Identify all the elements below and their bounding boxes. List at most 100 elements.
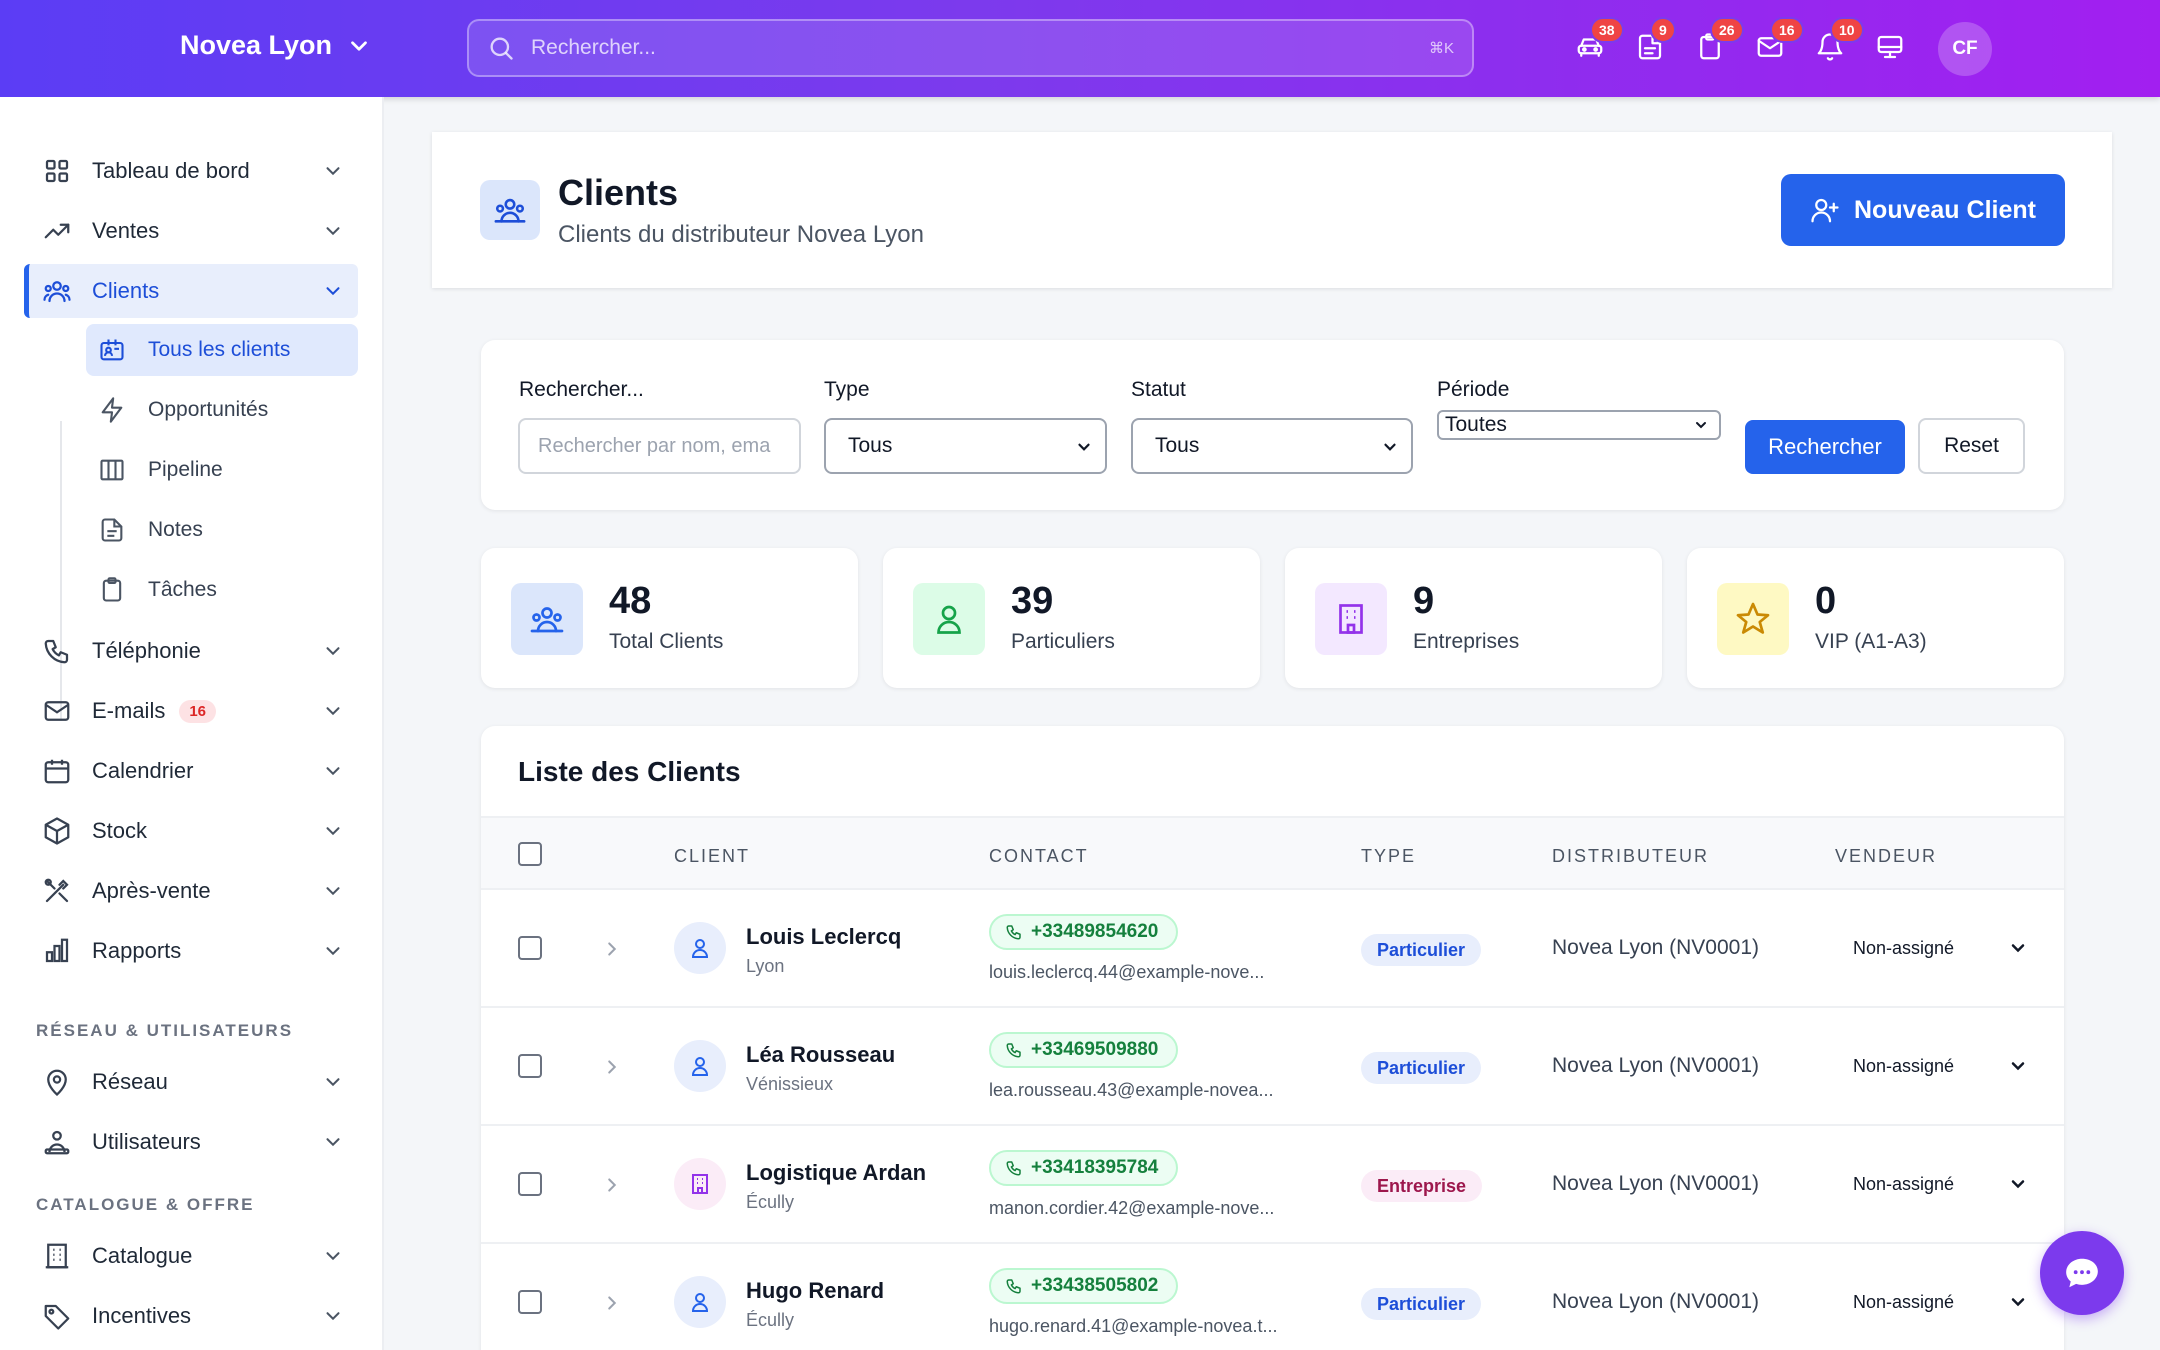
sidebar-item-sales[interactable]: Ventes [24, 204, 358, 258]
stat-label: Particuliers [1011, 630, 1115, 653]
grid-icon [42, 156, 72, 186]
column-header-seller[interactable]: VENDEUR [1835, 846, 1937, 867]
chevron-right-icon[interactable] [601, 1292, 623, 1314]
seller-select-value[interactable]: Non-assigné [1853, 1292, 1954, 1313]
chevron-right-icon[interactable] [601, 1174, 623, 1196]
sidebar-item-dashboard[interactable]: Tableau de bord [24, 144, 358, 198]
chevron-down-icon[interactable] [2008, 938, 2028, 958]
client-name[interactable]: Léa Rousseau [746, 1042, 895, 1068]
seller-select-value[interactable]: Non-assigné [1853, 1056, 1954, 1077]
client-search-input[interactable]: Rechercher par nom, ema [518, 418, 801, 474]
table-row[interactable]: Léa Rousseau Vénissieux +33469509880 lea… [481, 1008, 2064, 1126]
sidebar-item-telephony[interactable]: Téléphonie [24, 624, 358, 678]
stat-label: Entreprises [1413, 630, 1520, 653]
column-header-type[interactable]: TYPE [1361, 846, 1416, 867]
stat-value: 9 [1413, 580, 1435, 622]
status-select[interactable]: Tous [1131, 418, 1413, 474]
sidebar-item-incentives[interactable]: Incentives [24, 1289, 358, 1343]
documents-button[interactable]: 9 [1632, 17, 1676, 67]
monitor-icon [1875, 32, 1905, 62]
person-avatar [674, 1040, 726, 1092]
client-email[interactable]: hugo.renard.41@example-novea.t... [989, 1316, 1299, 1337]
table-row[interactable]: Hugo Renard Écully +33438505802 hugo.ren… [481, 1244, 2064, 1350]
monitor-button[interactable] [1872, 27, 1908, 67]
column-header-client[interactable]: CLIENT [674, 846, 750, 867]
trending-up-icon [42, 216, 72, 246]
sidebar-item-reports[interactable]: Rapports [24, 924, 358, 978]
car-button[interactable]: 38 [1572, 17, 1624, 67]
phone-number: +33489854620 [1031, 921, 1159, 942]
type-select[interactable]: Tous [824, 418, 1107, 474]
phone-number: +33438505802 [1031, 1275, 1159, 1296]
chevron-right-icon[interactable] [601, 1056, 623, 1078]
client-email[interactable]: lea.rousseau.43@example-novea... [989, 1080, 1299, 1101]
chevron-down-icon[interactable] [2008, 1292, 2028, 1312]
chevron-right-icon[interactable] [601, 938, 623, 960]
client-city: Vénissieux [746, 1074, 834, 1094]
period-select[interactable]: Toutes [1437, 410, 1721, 440]
global-search-input[interactable]: Rechercher... ⌘K [467, 19, 1474, 77]
chevron-down-icon[interactable] [2008, 1056, 2028, 1076]
sidebar-subitem-pipeline[interactable]: Pipeline [86, 444, 358, 496]
select-all-checkbox[interactable] [518, 842, 542, 866]
chat-button[interactable] [2040, 1231, 2124, 1315]
sidebar-item-clients[interactable]: Clients [24, 264, 358, 318]
section-label-catalog: CATALOGUE & OFFRE [36, 1195, 255, 1214]
brand-switcher[interactable]: Novea Lyon [180, 30, 372, 61]
user-plus-icon [1810, 195, 1840, 225]
sidebar-subitem-label: Opportunités [148, 398, 269, 421]
mail-button[interactable]: 16 [1752, 17, 1804, 67]
phone-chip[interactable]: +33438505802 [989, 1268, 1179, 1304]
distributor-name: Novea Lyon (NV0001) [1552, 1172, 1760, 1195]
table-row[interactable]: Logistique Ardan Écully +33418395784 man… [481, 1126, 2064, 1244]
row-checkbox[interactable] [518, 1172, 542, 1196]
sidebar-subitem-notes[interactable]: Notes [86, 504, 358, 556]
type-badge: Particulier [1361, 934, 1482, 966]
phone-chip[interactable]: +33469509880 [989, 1032, 1179, 1068]
clipboard-icon [98, 576, 126, 604]
chevron-down-icon[interactable] [2008, 1174, 2028, 1194]
sidebar-subitem-tasks[interactable]: Tâches [86, 564, 358, 616]
sidebar-item-label: E-mails [92, 698, 166, 723]
clipboard-badge: 26 [1710, 17, 1744, 43]
row-checkbox[interactable] [518, 936, 542, 960]
search-button[interactable]: Rechercher [1745, 420, 1905, 474]
sidebar-item-label: Tableau de bord [92, 158, 250, 183]
sidebar-subitem-label: Notes [148, 518, 203, 541]
box-icon [42, 816, 72, 846]
sidebar-subitem-opportunities[interactable]: Opportunités [86, 384, 358, 436]
sidebar-item-stock[interactable]: Stock [24, 804, 358, 858]
column-header-contact[interactable]: CONTACT [989, 846, 1089, 867]
row-checkbox[interactable] [518, 1290, 542, 1314]
row-checkbox[interactable] [518, 1054, 542, 1078]
tools-icon [42, 876, 72, 906]
user-avatar[interactable]: CF [1938, 22, 1992, 76]
client-name[interactable]: Hugo Renard [746, 1278, 884, 1304]
sidebar-item-after-sales[interactable]: Après-vente [24, 864, 358, 918]
client-email[interactable]: louis.leclercq.44@example-nove... [989, 962, 1299, 983]
phone-chip[interactable]: +33418395784 [989, 1150, 1179, 1186]
seller-select-value[interactable]: Non-assigné [1853, 1174, 1954, 1195]
sidebar-subitem-all-clients[interactable]: Tous les clients [86, 324, 358, 376]
phone-chip[interactable]: +33489854620 [989, 914, 1179, 950]
column-header-distributor[interactable]: DISTRIBUTEUR [1552, 846, 1709, 867]
period-filter-label: Période [1437, 378, 1510, 401]
person-avatar [674, 1276, 726, 1328]
notifications-button[interactable]: 10 [1812, 17, 1864, 67]
client-name[interactable]: Louis Leclercq [746, 924, 901, 950]
tag-icon [42, 1301, 72, 1331]
client-email[interactable]: manon.cordier.42@example-nove... [989, 1198, 1299, 1219]
seller-select-value[interactable]: Non-assigné [1853, 938, 1954, 959]
sidebar-item-users[interactable]: Utilisateurs [24, 1115, 358, 1169]
reset-button[interactable]: Reset [1918, 418, 2025, 474]
sidebar-item-emails[interactable]: E-mails 16 [24, 684, 358, 738]
type-select-value: Tous [848, 434, 893, 457]
tasks-button[interactable]: 26 [1692, 17, 1744, 67]
table-row[interactable]: Louis Leclercq Lyon +33489854620 louis.l… [481, 890, 2064, 1008]
new-client-button[interactable]: Nouveau Client [1781, 174, 2065, 246]
sidebar-item-network[interactable]: Réseau [24, 1055, 358, 1109]
company-avatar [674, 1158, 726, 1210]
client-name[interactable]: Logistique Ardan [746, 1160, 926, 1186]
sidebar-item-catalog[interactable]: Catalogue [24, 1229, 358, 1283]
sidebar-item-calendar[interactable]: Calendrier [24, 744, 358, 798]
